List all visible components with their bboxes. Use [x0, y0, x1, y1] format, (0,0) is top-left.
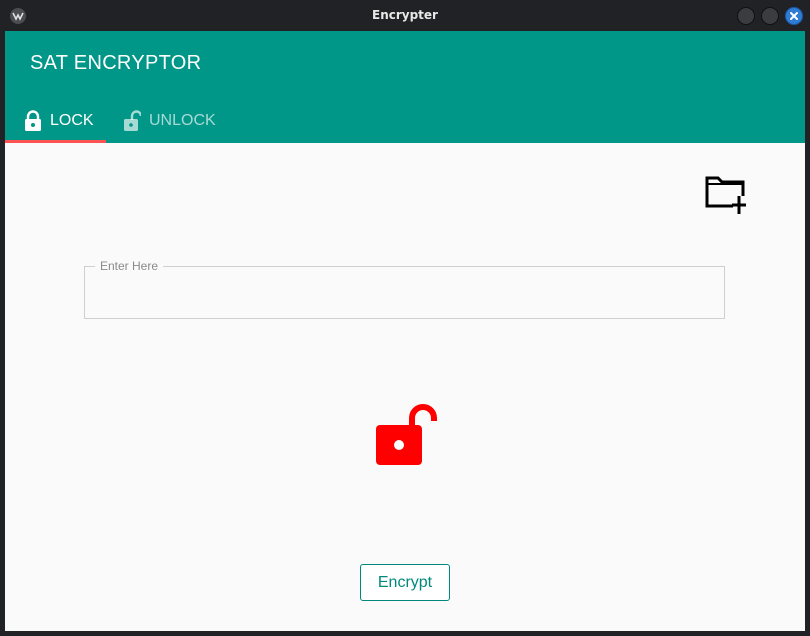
status-lock — [376, 404, 438, 468]
app-title: SAT ENCRYPTOR — [30, 52, 202, 74]
close-button[interactable] — [785, 7, 803, 25]
tab-unlock[interactable]: UNLOCK — [123, 99, 216, 143]
create-folder-button[interactable] — [703, 174, 751, 216]
title-bar[interactable]: Encrypter — [0, 0, 810, 31]
tab-lock-label: LOCK — [50, 112, 94, 129]
tab-unlock-label: UNLOCK — [149, 112, 216, 129]
maximize-button[interactable] — [761, 7, 779, 25]
app-window: Encrypter SAT ENCRYPTOR LOCK UNLOCK Ente… — [0, 0, 810, 636]
lock-icon — [25, 110, 41, 131]
create-new-folder-icon — [705, 176, 746, 214]
close-icon — [790, 12, 798, 20]
enter-here-input[interactable] — [93, 281, 717, 311]
tab-lock[interactable]: LOCK — [5, 99, 106, 143]
enter-here-field[interactable]: Enter Here — [84, 259, 725, 319]
app-content: SAT ENCRYPTOR LOCK UNLOCK Enter Here Enc… — [5, 31, 805, 631]
enter-here-label: Enter Here — [95, 259, 164, 273]
encrypt-button[interactable]: Encrypt — [360, 564, 450, 601]
unlocked-padlock-icon — [376, 404, 437, 465]
unlock-icon — [124, 110, 141, 131]
minimize-button[interactable] — [737, 7, 755, 25]
app-bar: SAT ENCRYPTOR LOCK UNLOCK — [5, 31, 805, 143]
tab-selected-indicator — [5, 140, 106, 143]
window-title: Encrypter — [372, 8, 438, 22]
